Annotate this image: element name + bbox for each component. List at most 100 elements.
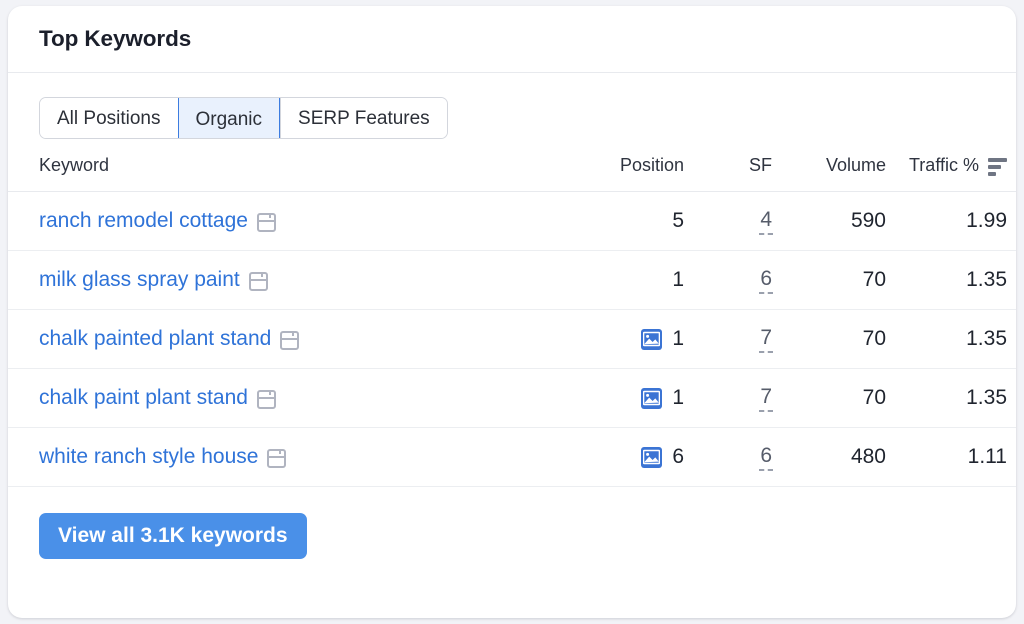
column-header-keyword[interactable]: Keyword bbox=[8, 155, 586, 192]
cell-sf: 6 bbox=[696, 427, 788, 487]
position-value: 6 bbox=[672, 445, 684, 468]
column-header-sf-label: SF bbox=[748, 155, 772, 175]
sf-value[interactable]: 6 bbox=[759, 267, 773, 294]
cell-position: 1 bbox=[586, 368, 696, 428]
card-footer: View all 3.1K keywords bbox=[8, 487, 1016, 559]
keyword-link[interactable]: white ranch style house bbox=[39, 445, 258, 469]
position-value: 1 bbox=[672, 327, 684, 350]
cell-keyword: chalk paint plant stand bbox=[8, 368, 586, 428]
column-header-traffic-inner: Traffic % bbox=[909, 155, 1007, 176]
keyword-cell-inner: ranch remodel cottage bbox=[39, 209, 586, 233]
traffic-value: 1.35 bbox=[966, 386, 1007, 409]
cell-keyword: milk glass spray paint bbox=[8, 250, 586, 310]
cell-volume: 70 bbox=[788, 309, 898, 369]
tab-serp-features-label: SERP Features bbox=[298, 107, 430, 129]
position-filter-tabs: All Positions Organic SERP Features bbox=[39, 97, 448, 139]
column-header-keyword-label: Keyword bbox=[39, 155, 110, 175]
cell-sf: 4 bbox=[696, 191, 788, 251]
position-value: 1 bbox=[672, 268, 684, 291]
cell-traffic: 1.35 bbox=[898, 309, 1016, 369]
position-cell-inner: 1 bbox=[586, 327, 684, 351]
column-header-traffic[interactable]: Traffic % bbox=[898, 155, 1016, 192]
image-pack-icon[interactable] bbox=[641, 387, 663, 409]
sf-value[interactable]: 7 bbox=[759, 326, 773, 353]
column-header-position-label: Position bbox=[619, 155, 684, 175]
tab-all-positions[interactable]: All Positions bbox=[40, 98, 178, 138]
keyword-link[interactable]: chalk paint plant stand bbox=[39, 386, 248, 410]
keyword-cell-inner: white ranch style house bbox=[39, 445, 586, 469]
position-value: 5 bbox=[672, 209, 684, 232]
traffic-value: 1.11 bbox=[967, 445, 1007, 468]
view-all-keywords-button[interactable]: View all 3.1K keywords bbox=[39, 513, 307, 559]
keyword-link[interactable]: milk glass spray paint bbox=[39, 268, 240, 292]
serp-preview-icon[interactable] bbox=[256, 212, 276, 232]
image-pack-icon[interactable] bbox=[641, 328, 663, 350]
tabs-container: All Positions Organic SERP Features bbox=[8, 73, 1016, 139]
sf-value[interactable]: 6 bbox=[759, 444, 773, 471]
cell-keyword: ranch remodel cottage bbox=[8, 191, 586, 251]
table-row[interactable]: milk glass spray paint 1 6 70 1.35 bbox=[8, 250, 1016, 310]
top-keywords-card: Top Keywords All Positions Organic SERP … bbox=[8, 6, 1016, 618]
tab-serp-features[interactable]: SERP Features bbox=[280, 98, 447, 138]
cell-sf: 6 bbox=[696, 250, 788, 310]
cell-keyword: white ranch style house bbox=[8, 427, 586, 487]
table-body: ranch remodel cottage 5 4 590 1.99 milk glass… bbox=[8, 191, 1016, 487]
cell-position: 1 bbox=[586, 309, 696, 369]
volume-value: 480 bbox=[850, 445, 886, 468]
table-header: Keyword Position SF Volume Traffic % bbox=[8, 155, 1016, 192]
traffic-value: 1.35 bbox=[966, 327, 1007, 350]
keyword-cell-inner: chalk paint plant stand bbox=[39, 386, 586, 410]
table-row[interactable]: chalk painted plant stand 1 7 70 1.35 bbox=[8, 309, 1016, 369]
cell-position: 6 bbox=[586, 427, 696, 487]
cell-volume: 70 bbox=[788, 250, 898, 310]
table-row[interactable]: ranch remodel cottage 5 4 590 1.99 bbox=[8, 191, 1016, 251]
cell-traffic: 1.11 bbox=[898, 427, 1016, 487]
table-row[interactable]: white ranch style house 6 6 480 1.11 bbox=[8, 427, 1016, 487]
volume-value: 70 bbox=[862, 327, 886, 350]
cell-position: 5 bbox=[586, 191, 696, 251]
page-title: Top Keywords bbox=[39, 26, 192, 51]
volume-value: 70 bbox=[862, 386, 886, 409]
cell-sf: 7 bbox=[696, 309, 788, 369]
volume-value: 70 bbox=[862, 268, 886, 291]
cell-volume: 480 bbox=[788, 427, 898, 487]
keyword-link[interactable]: chalk painted plant stand bbox=[39, 327, 271, 351]
cell-traffic: 1.35 bbox=[898, 368, 1016, 428]
column-header-volume-label: Volume bbox=[825, 155, 886, 175]
sf-value[interactable]: 4 bbox=[759, 208, 773, 235]
volume-value: 590 bbox=[850, 209, 886, 232]
position-cell-inner: 5 bbox=[586, 209, 684, 233]
position-cell-inner: 6 bbox=[586, 445, 684, 469]
table-row[interactable]: chalk paint plant stand 1 7 70 1.35 bbox=[8, 368, 1016, 428]
column-header-sf[interactable]: SF bbox=[696, 155, 788, 192]
serp-preview-icon[interactable] bbox=[280, 330, 300, 350]
column-header-position[interactable]: Position bbox=[586, 155, 696, 192]
cell-keyword: chalk painted plant stand bbox=[8, 309, 586, 369]
cell-traffic: 1.35 bbox=[898, 250, 1016, 310]
image-pack-icon[interactable] bbox=[641, 446, 663, 468]
keyword-cell-inner: milk glass spray paint bbox=[39, 268, 586, 292]
tab-all-positions-label: All Positions bbox=[57, 107, 161, 129]
tab-organic-label: Organic bbox=[195, 108, 263, 130]
keyword-link[interactable]: ranch remodel cottage bbox=[39, 209, 248, 233]
serp-preview-icon[interactable] bbox=[267, 448, 287, 468]
keyword-cell-inner: chalk painted plant stand bbox=[39, 327, 586, 351]
sort-descending-bars-icon[interactable] bbox=[988, 157, 1007, 176]
serp-preview-icon[interactable] bbox=[256, 389, 276, 409]
traffic-value: 1.35 bbox=[966, 268, 1007, 291]
column-header-volume[interactable]: Volume bbox=[788, 155, 898, 192]
keywords-table: Keyword Position SF Volume Traffic % ran… bbox=[8, 155, 1016, 487]
cell-volume: 70 bbox=[788, 368, 898, 428]
table-header-row: Keyword Position SF Volume Traffic % bbox=[8, 155, 1016, 192]
cell-traffic: 1.99 bbox=[898, 191, 1016, 251]
card-header: Top Keywords bbox=[8, 6, 1016, 73]
position-cell-inner: 1 bbox=[586, 386, 684, 410]
column-header-traffic-label: Traffic % bbox=[908, 155, 979, 175]
tab-organic[interactable]: Organic bbox=[177, 98, 281, 138]
cell-volume: 590 bbox=[788, 191, 898, 251]
cell-position: 1 bbox=[586, 250, 696, 310]
cell-sf: 7 bbox=[696, 368, 788, 428]
serp-preview-icon[interactable] bbox=[248, 271, 268, 291]
sf-value[interactable]: 7 bbox=[759, 385, 773, 412]
position-cell-inner: 1 bbox=[586, 268, 684, 292]
